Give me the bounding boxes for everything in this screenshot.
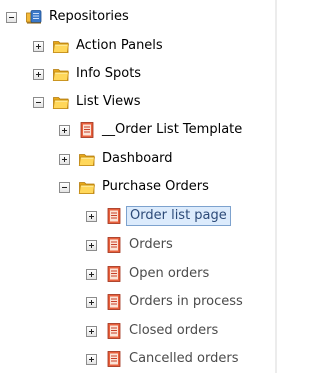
tree-item-label: Orders [129, 237, 173, 252]
expand-icon[interactable] [59, 153, 70, 165]
tree-item-order-list-template[interactable]: __Order List Template [0, 116, 245, 144]
expand-icon[interactable] [86, 268, 97, 280]
document-icon [105, 265, 123, 283]
tree-item-label: Orders in process [129, 294, 243, 309]
tree-item-label: Action Panels [76, 38, 163, 53]
tree-item-closed-orders[interactable]: Closed orders [0, 317, 221, 345]
collapse-icon[interactable] [33, 96, 44, 108]
tree-item-label: Open orders [129, 266, 210, 281]
tree-item-label: Repositories [49, 9, 129, 24]
tree-item-label: Info Spots [76, 66, 142, 81]
tree-item-action-panels[interactable]: Action Panels [0, 32, 166, 60]
expand-icon[interactable] [86, 296, 97, 308]
collapse-icon[interactable] [59, 181, 70, 193]
panel-edge [275, 0, 277, 373]
tree-item-orders[interactable]: Orders [0, 231, 176, 259]
tree-item-orders-in-process[interactable]: Orders in process [0, 288, 246, 316]
tree-item-dashboard[interactable]: Dashboard [0, 145, 176, 173]
tree-item-label: List Views [76, 94, 141, 109]
expand-icon[interactable] [86, 325, 97, 337]
expand-icon[interactable] [33, 40, 44, 52]
folder-icon [78, 178, 96, 196]
tree-item-label: __Order List Template [102, 122, 243, 137]
document-icon [78, 121, 96, 139]
tree-item-repositories[interactable]: Repositories [0, 3, 132, 31]
tree-item-label: Dashboard [102, 151, 173, 166]
expand-icon[interactable] [86, 210, 97, 222]
document-icon [105, 293, 123, 311]
tree-item-label: Cancelled orders [129, 351, 239, 366]
collapse-icon[interactable] [6, 11, 17, 23]
expand-icon[interactable] [86, 353, 97, 365]
tree-item-label: Closed orders [129, 323, 219, 338]
folder-icon [52, 37, 70, 55]
tree-item-order-list-page[interactable]: Order list page [0, 202, 231, 230]
tree-item-list-views[interactable]: List Views [0, 88, 143, 116]
document-icon [105, 207, 123, 225]
repository-icon [25, 8, 43, 26]
expand-icon[interactable] [86, 239, 97, 251]
folder-icon [52, 65, 70, 83]
tree-item-cancelled-orders[interactable]: Cancelled orders [0, 345, 241, 373]
document-icon [105, 350, 123, 368]
tree-item-label: Purchase Orders [102, 179, 209, 194]
expand-icon[interactable] [33, 68, 44, 80]
folder-icon [52, 93, 70, 111]
tree-item-info-spots[interactable]: Info Spots [0, 60, 144, 88]
document-icon [105, 322, 123, 340]
tree-item-open-orders[interactable]: Open orders [0, 260, 212, 288]
folder-icon [78, 150, 96, 168]
tree-item-label: Order list page [126, 206, 231, 226]
document-icon [105, 236, 123, 254]
tree-item-purchase-orders[interactable]: Purchase Orders [0, 173, 212, 201]
expand-icon[interactable] [59, 124, 70, 136]
